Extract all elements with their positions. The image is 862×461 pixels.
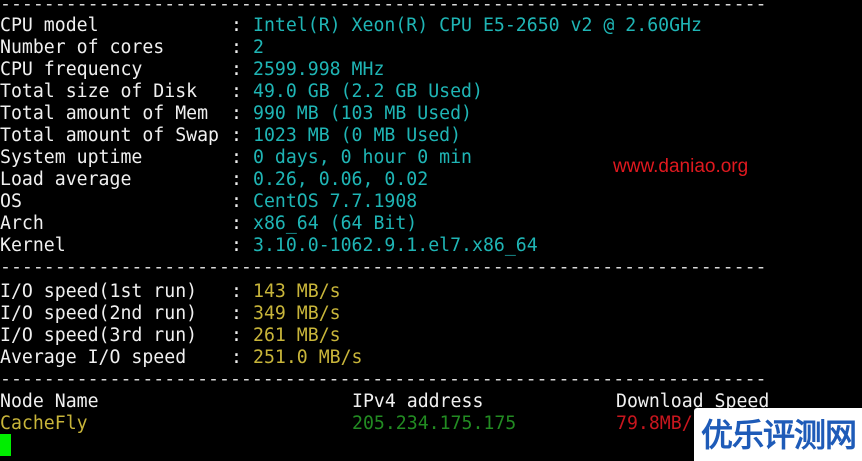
info-value: x86_64 (64 Bit) <box>253 213 418 234</box>
badge-logo-text: 优乐评测网 <box>701 416 857 454</box>
info-row-uptime: System uptime : 0 days, 0 hour 0 min <box>0 147 472 169</box>
io-value: 251.0 MB/s <box>253 347 363 368</box>
io-label: I/O speed(2nd run) <box>0 303 198 324</box>
info-row-cpu-frequency: CPU frequency : 2599.998 MHz <box>0 59 384 81</box>
watermark-text: www.daniao.org <box>613 156 749 177</box>
info-value: 0.26, 0.06, 0.02 <box>253 169 429 190</box>
colon: : <box>231 347 242 368</box>
info-value: 2599.998 MHz <box>253 59 385 80</box>
info-value: CentOS 7.7.1908 <box>253 191 418 212</box>
colon: : <box>231 281 242 302</box>
info-row-arch: Arch : x86_64 (64 Bit) <box>0 213 417 235</box>
info-label: Load average <box>0 169 132 190</box>
info-value: 2 <box>253 37 264 58</box>
io-row-1st: I/O speed(1st run) : 143 MB/s <box>0 281 341 303</box>
info-row-os: OS : CentOS 7.7.1908 <box>0 191 417 213</box>
info-label: Total amount of Mem <box>0 103 209 124</box>
info-label: System uptime <box>0 147 143 168</box>
info-label: Kernel <box>0 235 66 256</box>
colon: : <box>231 325 242 346</box>
separator-top: ----------------------------------------… <box>0 0 767 15</box>
network-row: CacheFly 205.234.175.175 79.8MB/s <box>0 413 704 435</box>
node-download-speed: 79.8MB/s <box>616 413 704 434</box>
info-label: OS <box>0 191 22 212</box>
info-value: 1023 MB (0 MB Used) <box>253 125 462 146</box>
info-value: Intel(R) Xeon(R) CPU E5-2650 v2 @ 2.60GH… <box>253 15 702 36</box>
colon: : <box>231 125 242 146</box>
colon: : <box>231 235 242 256</box>
info-row-cpu-model: CPU model : Intel(R) Xeon(R) CPU E5-2650… <box>0 15 702 37</box>
info-label: Number of cores <box>0 37 165 58</box>
info-value: 990 MB (103 MB Used) <box>253 103 472 124</box>
io-row-average: Average I/O speed : 251.0 MB/s <box>0 347 363 369</box>
colon: : <box>231 15 242 36</box>
colon: : <box>231 81 242 102</box>
colon: : <box>231 169 242 190</box>
network-header-row: Node Name IPv4 address Download Speed <box>0 391 769 413</box>
info-row-mem: Total amount of Mem : 990 MB (103 MB Use… <box>0 103 472 125</box>
info-label: CPU frequency <box>0 59 143 80</box>
colon: : <box>231 37 242 58</box>
io-row-2nd: I/O speed(2nd run) : 349 MB/s <box>0 303 341 325</box>
io-value: 261 MB/s <box>253 325 341 346</box>
header-node-name: Node Name <box>0 391 99 412</box>
info-row-kernel: Kernel : 3.10.0-1062.9.1.el7.x86_64 <box>0 235 538 257</box>
colon: : <box>231 59 242 80</box>
info-label: CPU model <box>0 15 99 36</box>
site-badge: 优乐评测网 <box>694 408 862 461</box>
colon: : <box>231 213 242 234</box>
info-label: Total amount of Swap <box>0 125 219 146</box>
info-row-load: Load average : 0.26, 0.06, 0.02 <box>0 169 428 191</box>
info-label: Total size of Disk <box>0 81 198 102</box>
io-label: I/O speed(3rd run) <box>0 325 198 346</box>
io-value: 143 MB/s <box>253 281 341 302</box>
terminal-window[interactable]: ----------------------------------------… <box>0 0 862 461</box>
colon: : <box>231 103 242 124</box>
info-row-cores: Number of cores : 2 <box>0 37 264 59</box>
node-ip: 205.234.175.175 <box>352 413 517 434</box>
separator-io: ----------------------------------------… <box>0 257 767 278</box>
node-name: CacheFly <box>0 413 88 434</box>
separator-network: ----------------------------------------… <box>0 369 767 390</box>
io-label: I/O speed(1st run) <box>0 281 198 302</box>
io-label: Average I/O speed <box>0 347 187 368</box>
colon: : <box>231 191 242 212</box>
colon: : <box>231 303 242 324</box>
io-value: 349 MB/s <box>253 303 341 324</box>
info-row-swap: Total amount of Swap : 1023 MB (0 MB Use… <box>0 125 461 147</box>
info-label: Arch <box>0 213 44 234</box>
colon: : <box>231 147 242 168</box>
info-row-disk: Total size of Disk : 49.0 GB (2.2 GB Use… <box>0 81 483 103</box>
info-value: 0 days, 0 hour 0 min <box>253 147 472 168</box>
header-ipv4: IPv4 address <box>352 391 484 412</box>
info-value: 3.10.0-1062.9.1.el7.x86_64 <box>253 235 538 256</box>
io-row-3rd: I/O speed(3rd run) : 261 MB/s <box>0 325 341 347</box>
info-value: 49.0 GB (2.2 GB Used) <box>253 81 483 102</box>
terminal-cursor <box>0 434 11 456</box>
